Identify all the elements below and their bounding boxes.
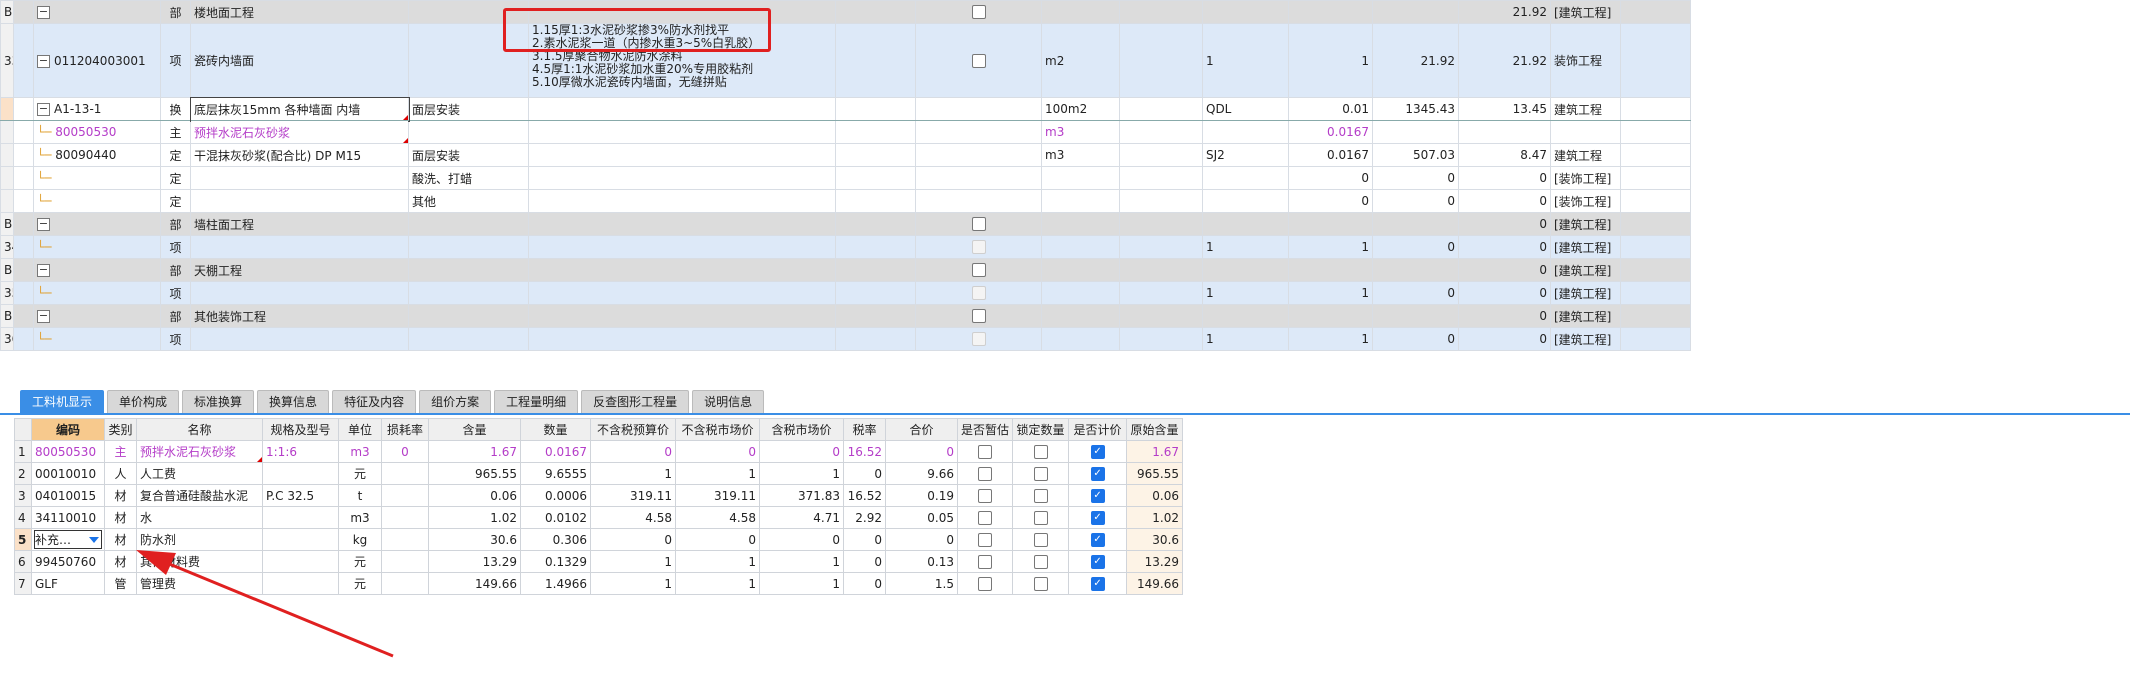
red-arrow-annotation	[136, 550, 394, 658]
